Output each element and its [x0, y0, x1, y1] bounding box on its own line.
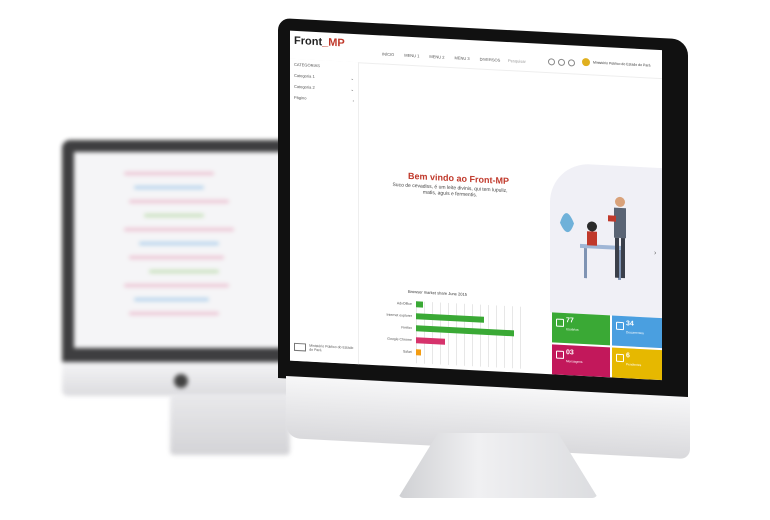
stat-label: Usuários	[566, 327, 579, 332]
document-icon	[616, 321, 624, 331]
sidebar-footer: Ministério Público do Estado do Pará	[294, 342, 358, 354]
chevron-right-icon: ›	[352, 97, 354, 103]
carousel-next-icon[interactable]: ›	[654, 250, 656, 257]
logo-accent: _MP	[322, 36, 345, 50]
stat-label: Documentos	[626, 330, 644, 336]
logo-text: Front	[294, 34, 323, 49]
chart-category-label: Google Chrome	[387, 336, 412, 343]
help-icon[interactable]	[568, 59, 575, 67]
sidebar-footer-text: Ministério Público do Estado do Pará	[309, 343, 354, 353]
background-monitor-stand	[170, 395, 290, 455]
chevron-down-icon: ⌄	[350, 75, 354, 81]
app-logo[interactable]: Front_MP	[294, 35, 345, 50]
envelope-icon	[616, 353, 624, 363]
stat-number: 34	[626, 320, 634, 328]
chart-category-label: Internet explorer	[386, 312, 413, 319]
office-illustration	[550, 162, 662, 319]
notification-icon[interactable]	[558, 58, 565, 67]
stat-tile[interactable]: 77 Usuários	[552, 312, 610, 346]
stat-tile[interactable]: 6 Pendentes	[612, 347, 662, 381]
background-monitor-bezel	[62, 140, 302, 362]
chevron-down-icon: ⌄	[350, 86, 354, 92]
stat-number: 6	[626, 352, 630, 360]
cube-icon	[556, 318, 564, 327]
sidebar: CATEGORIAS Categoria 1 ⌄ Categoria 2 ⌄ Pág…	[290, 58, 359, 365]
monitor-screen: Front_MP INÍCIO MENU 1 MENU 2 MENU 3 DIV…	[290, 30, 662, 381]
stat-label: Mensagens	[566, 359, 583, 364]
stat-tile[interactable]: 34 Documentos	[612, 315, 662, 349]
stat-label: Pendentes	[626, 362, 642, 368]
mp-logo-icon	[294, 342, 307, 352]
chart-category-label: Safari	[402, 349, 412, 355]
settings-icon[interactable]	[548, 58, 555, 66]
nav-item-menu-3[interactable]: MENU 3	[454, 55, 469, 61]
front-monitor: Front_MP INÍCIO MENU 1 MENU 2 MENU 3 DIV…	[278, 18, 696, 498]
chart-category-label: AdvOffice	[396, 301, 412, 307]
monitor-bezel: Front_MP INÍCIO MENU 1 MENU 2 MENU 3 DIV…	[278, 18, 688, 400]
chart-bar	[416, 301, 424, 308]
state-crest-icon	[582, 57, 590, 67]
apple-logo-icon	[174, 374, 188, 388]
background-monitor	[62, 140, 302, 400]
browser-share-chart: Browser market share June 2015 AdvOffice…	[368, 285, 548, 374]
search-input[interactable]: Pesquisar	[508, 58, 526, 64]
chart-title: Browser market share June 2015	[408, 288, 467, 297]
institution-name: Ministério Público do Estado do Pará	[593, 60, 651, 68]
nav-item-menu-1[interactable]: MENU 1	[404, 53, 419, 59]
user-icon	[556, 350, 564, 359]
chart-category-label: Firefox	[401, 325, 412, 331]
nav-item-inicio[interactable]: INÍCIO	[382, 51, 394, 57]
stat-tile[interactable]: 03 Mensagens	[552, 344, 610, 378]
sidebar-item-pagina[interactable]: Págino ›	[290, 92, 358, 107]
main-nav: INÍCIO MENU 1 MENU 2 MENU 3 DIVERSOS	[382, 51, 500, 62]
chart-bar	[416, 349, 421, 356]
background-monitor-chin	[62, 362, 302, 396]
stat-number: 77	[566, 317, 574, 325]
nav-item-diversos[interactable]: DIVERSOS	[480, 57, 501, 63]
nav-item-menu-2[interactable]: MENU 2	[429, 54, 444, 60]
stat-number: 03	[566, 349, 574, 357]
background-monitor-screen	[74, 152, 290, 348]
